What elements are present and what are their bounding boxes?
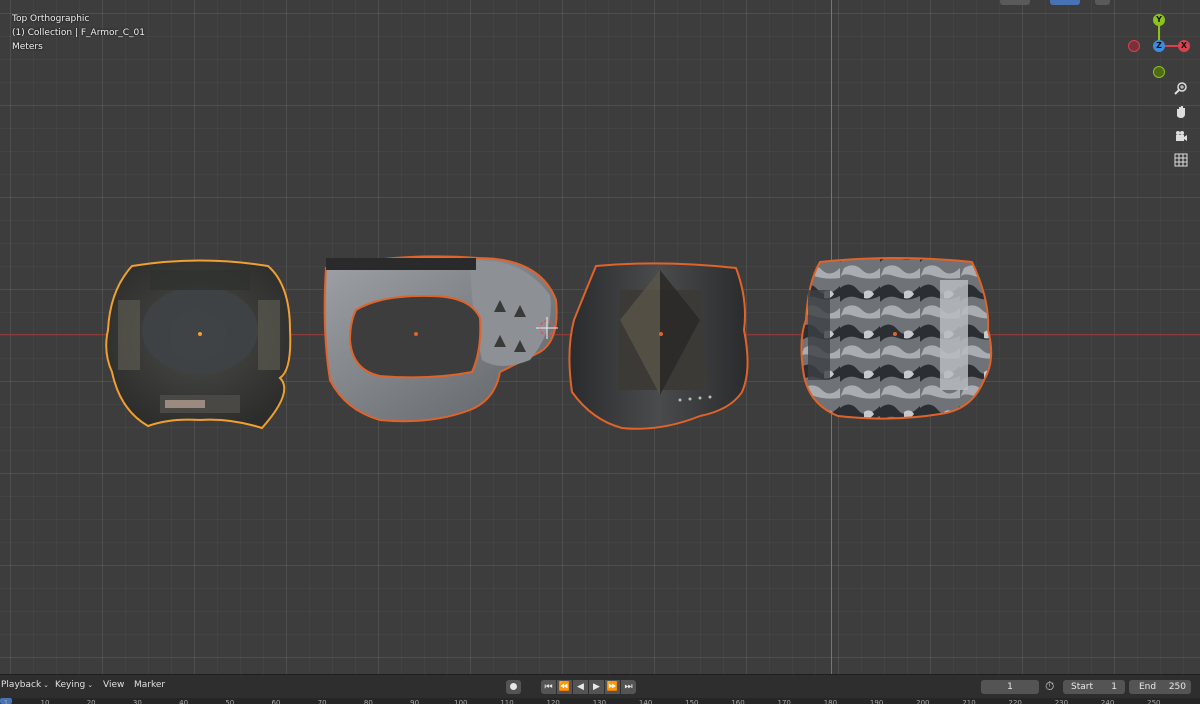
end-label: End	[1139, 682, 1157, 692]
ruler-tick: 160	[731, 699, 745, 704]
ruler-tick: 210	[962, 699, 976, 704]
scene-objects[interactable]	[0, 0, 1200, 674]
gizmo-z-axis[interactable]: Z	[1153, 40, 1165, 52]
stopwatch-icon[interactable]: ⏱	[1045, 679, 1054, 694]
ruler-tick: 240	[1100, 699, 1115, 704]
zoom-icon[interactable]	[1170, 78, 1192, 98]
view-menu[interactable]: View	[103, 680, 124, 690]
ruler-tick: 20	[86, 699, 96, 704]
ruler-tick: 30	[132, 699, 142, 704]
auto-keying-button[interactable]	[506, 680, 521, 694]
grid-icon[interactable]	[1170, 150, 1192, 170]
ruler-tick: 90	[410, 699, 420, 704]
gizmo-y-axis[interactable]: Y	[1153, 14, 1165, 26]
start-frame-field[interactable]: Start 1	[1063, 680, 1125, 694]
ruler-tick: 60	[271, 699, 281, 704]
3d-viewport[interactable]: Top Orthographic (1) Collection | F_Armo…	[0, 0, 1200, 674]
ruler-tick: 100	[454, 699, 468, 704]
ruler-tick: 150	[685, 699, 699, 704]
play-reverse-icon[interactable]: ◀	[573, 680, 588, 694]
jump-start-icon[interactable]: ⏮	[541, 680, 556, 694]
navigation-gizmo[interactable]: Y Z X	[1120, 10, 1200, 82]
ruler-tick: 200	[916, 699, 930, 704]
gizmo-neg-y-axis[interactable]	[1153, 66, 1165, 78]
playback-menu[interactable]: Playback ⌄	[1, 680, 49, 690]
jump-keyframe-back-icon[interactable]: ⏪	[557, 680, 572, 694]
view-name: Top Orthographic	[12, 14, 90, 24]
ruler-tick: 40	[179, 699, 189, 704]
chevron-down-icon: ⌄	[87, 681, 94, 689]
armor-piece-2[interactable]	[323, 255, 558, 423]
gizmo-x-axis[interactable]: X	[1178, 40, 1190, 52]
playback-label: Playback	[1, 680, 42, 690]
end-value: 250	[1168, 682, 1186, 692]
keying-label: Keying	[55, 680, 86, 690]
ruler-tick: 230	[1054, 699, 1069, 704]
armor-piece-1[interactable]	[105, 259, 292, 430]
ruler-tick: 10	[40, 699, 50, 704]
timeline-ruler[interactable]: 1 10 20 30 40 50 60 70 80 90 100 110 120 130 140 150 160…	[0, 698, 1200, 704]
camera-icon[interactable]	[1170, 126, 1192, 146]
ruler-tick: 140	[638, 699, 653, 704]
jump-end-icon[interactable]: ⏭	[621, 680, 636, 694]
armor-piece-3[interactable]	[568, 262, 749, 430]
ruler-tick: 120	[546, 699, 560, 704]
end-frame-field[interactable]: End 250	[1129, 680, 1191, 694]
current-frame-field[interactable]: 1	[981, 680, 1039, 694]
ruler-tick: 80	[363, 699, 373, 704]
jump-keyframe-forward-icon[interactable]: ⏩	[605, 680, 620, 694]
play-icon[interactable]: ▶	[589, 680, 604, 694]
start-label: Start	[1071, 682, 1093, 692]
start-value: 1	[1111, 682, 1117, 692]
ruler-tick: 250	[1147, 699, 1161, 704]
ruler-tick: 1	[3, 699, 9, 704]
timeline-header: Playback ⌄ Keying ⌄ View Marker ⏮ ⏪ ◀ ▶ ⏩ …	[0, 674, 1200, 698]
ruler-tick: 170	[777, 699, 791, 704]
units-label: Meters	[12, 42, 43, 52]
keying-menu[interactable]: Keying ⌄	[55, 680, 93, 690]
ruler-tick: 220	[1008, 699, 1022, 704]
ruler-tick: 110	[500, 699, 514, 704]
gizmo-neg-x-axis[interactable]	[1128, 40, 1140, 52]
armor-piece-4[interactable]	[800, 257, 993, 420]
chevron-down-icon: ⌄	[43, 681, 50, 689]
pan-hand-icon[interactable]	[1170, 102, 1192, 122]
collection-info: (1) Collection | F_Armor_C_01	[12, 28, 145, 38]
marker-menu[interactable]: Marker	[134, 680, 165, 690]
ruler-tick: 180	[823, 699, 838, 704]
ruler-tick: 190	[869, 699, 884, 704]
ruler-tick: 70	[317, 699, 327, 704]
ruler-tick: 130	[592, 699, 607, 704]
ruler-tick: 50	[225, 699, 235, 704]
